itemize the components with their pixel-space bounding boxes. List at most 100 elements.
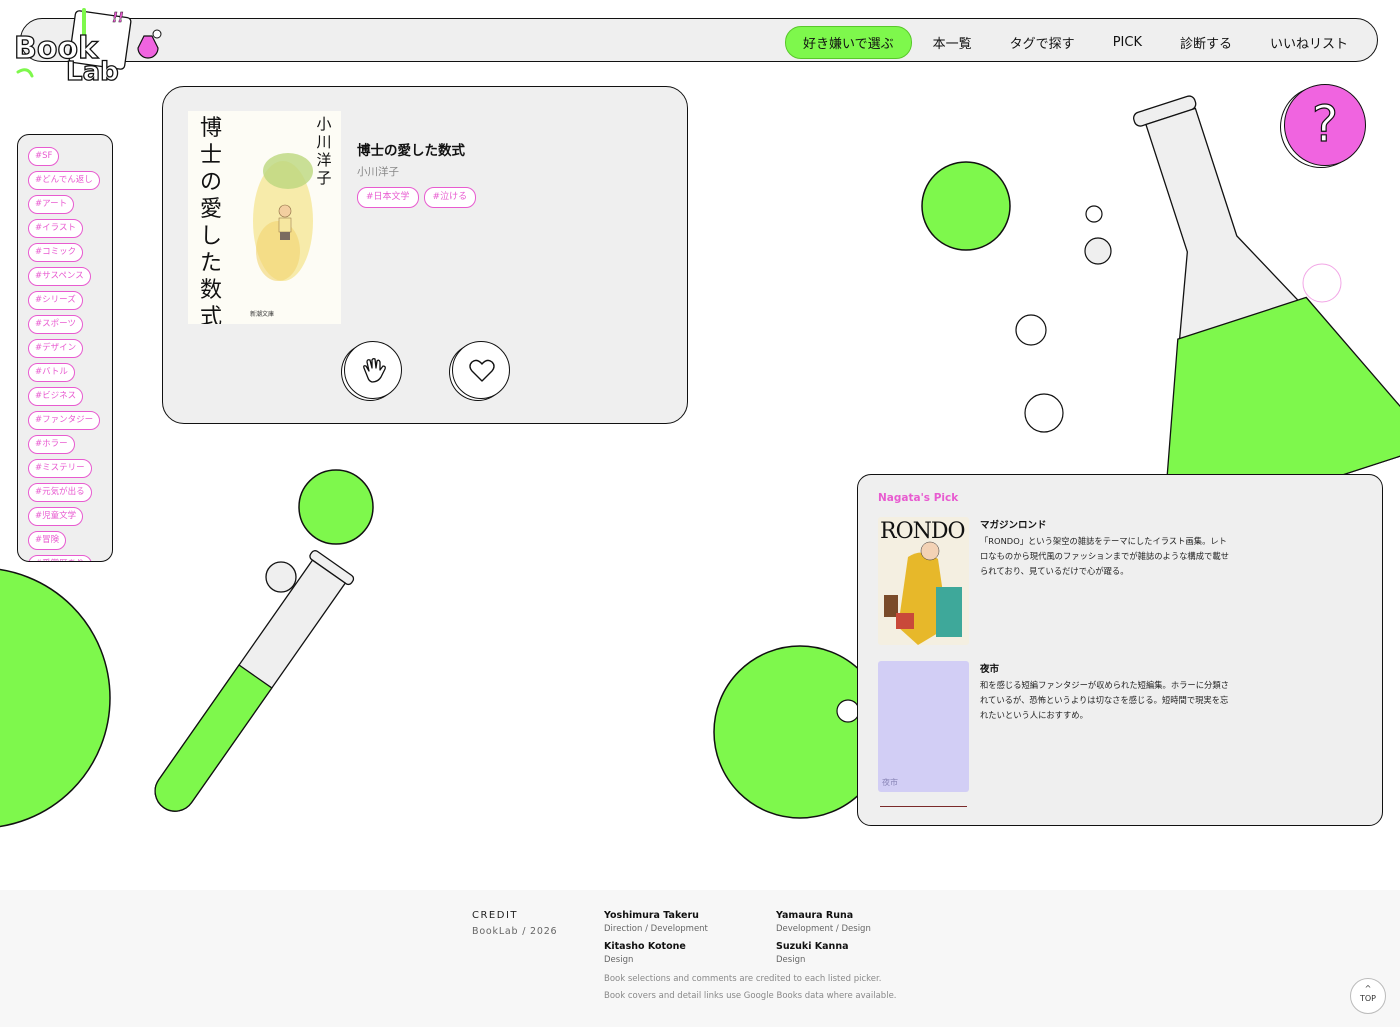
cover-author-char: 洋 <box>316 151 332 169</box>
deco-circle <box>921 161 1011 251</box>
back-to-top-button[interactable]: ^ TOP <box>1350 978 1386 1014</box>
nav-item-choose-by-preference[interactable]: 好き嫌いで選ぶ <box>785 26 912 59</box>
nav-item-book-list[interactable]: 本一覧 <box>916 27 989 58</box>
pick-description: 「RONDO」という架空の雑誌をテーマにしたイラスト画集。レトロなものから現代風… <box>980 536 1229 576</box>
pick-cover-title: 夜市 <box>882 778 898 787</box>
cover-author-vertical: 小川洋子 <box>314 115 334 187</box>
tag-chip[interactable]: #ファンタジー <box>28 411 101 430</box>
deco-bubble <box>1302 263 1342 303</box>
credit-member: Yamaura Runa Development / Design <box>776 910 871 934</box>
nav-item-search-tags[interactable]: タグで探す <box>993 27 1092 58</box>
tag-chip[interactable]: #児童文学 <box>28 507 84 526</box>
pick-cover-title: RONDO <box>880 519 966 544</box>
help-button[interactable]: ? <box>1284 84 1366 166</box>
member-name: Yamaura Runa <box>776 910 854 921</box>
question-mark-icon: ? <box>1311 94 1339 153</box>
cover-author-char: 小 <box>316 115 332 133</box>
pick-title: 夜市 <box>980 664 1000 675</box>
cover-title-char: 愛 <box>199 197 222 222</box>
header-nav-bar: 好き嫌いで選ぶ 本一覧 タグで探す PICK 診断する いいねリスト <box>20 18 1378 62</box>
credit-subtitle: BookLab / 2026 <box>472 926 558 937</box>
deco-bubble <box>1024 393 1064 433</box>
deco-circle <box>0 568 111 828</box>
member-name: Suzuki Kanna <box>776 941 849 952</box>
cover-title-char: 士 <box>199 143 222 168</box>
book-card: 博士の愛した数式 小川洋子 新潮文庫 博士の愛した数式 小川洋子 #日本文学 #… <box>162 86 688 424</box>
svg-text:Lab: Lab <box>66 57 119 86</box>
book-title: 博士の愛した数式 <box>357 143 465 159</box>
tag-chip[interactable]: #アート <box>28 195 75 214</box>
tag-chip[interactable]: #イラスト <box>28 219 83 238</box>
book-cover[interactable]: 博士の愛した数式 小川洋子 新潮文庫 <box>188 111 341 324</box>
footer: CREDIT BookLab / 2026 Yoshimura Takeru D… <box>0 890 1400 1027</box>
tag-chip[interactable]: #冒険 <box>28 531 67 550</box>
tag-chip[interactable]: #ビジネス <box>28 387 84 406</box>
tag-chip[interactable]: #バトル <box>28 363 75 382</box>
pick-heading: Nagata's Pick <box>878 492 959 504</box>
pick-description: 和を感じる短編ファンタジーが収められた短編集。ホラーに分類されているが、恐怖とい… <box>980 680 1229 720</box>
book-tag[interactable]: #泣ける <box>423 187 477 208</box>
test-tube-illustration <box>154 550 355 812</box>
svg-text:!!: !! <box>112 11 124 26</box>
dislike-button[interactable] <box>344 341 402 399</box>
heart-icon <box>469 359 495 382</box>
tag-chip[interactable]: #ミステリー <box>28 459 92 478</box>
deco-circle <box>298 469 374 545</box>
chevron-up-icon: ^ <box>1364 984 1372 993</box>
nav-item-diagnosis[interactable]: 診断する <box>1163 27 1249 58</box>
cover-title-char: の <box>199 170 222 195</box>
book-tags: #日本文学 #泣ける <box>357 187 477 208</box>
hand-icon <box>363 358 386 383</box>
cover-author-char: 子 <box>316 169 332 187</box>
cover-title-char: 式 <box>199 305 222 324</box>
pick-cover[interactable]: 夜市 <box>878 661 969 792</box>
tag-chip[interactable]: #シリーズ <box>28 291 83 310</box>
cover-title-char: た <box>199 251 222 276</box>
tag-chip[interactable]: #デザイン <box>28 339 84 358</box>
like-button[interactable] <box>452 341 510 399</box>
pick-divider <box>880 806 967 807</box>
pick-item[interactable]: 夜市 夜市 和を感じる短編ファンタジーが収められた短編集。ホラーに分類されている… <box>878 661 1358 807</box>
member-name: Kitasho Kotone <box>604 941 686 952</box>
deco-bubble <box>1015 314 1047 346</box>
booklab-logo[interactable]: !! Book Lab <box>10 6 166 86</box>
cover-title-char: し <box>199 224 222 249</box>
credit-label: CREDIT <box>472 910 519 921</box>
pick-panel: Nagata's Pick RONDO マガジンロンド 「RONDO」という架空… <box>857 474 1383 826</box>
deco-bubble <box>265 561 297 593</box>
pick-item[interactable]: RONDO マガジンロンド 「RONDO」という架空の雑誌をテーマにしたイラスト… <box>878 517 1358 647</box>
pick-title: マガジンロンド <box>980 520 1047 531</box>
tag-chip[interactable]: #ホラー <box>28 435 75 454</box>
tag-chip[interactable]: #受賞歴あり <box>28 555 92 561</box>
tag-chip[interactable]: #コミック <box>28 243 84 262</box>
member-role: Development / Design <box>776 924 871 934</box>
nav-menu: 好き嫌いで選ぶ 本一覧 タグで探す PICK 診断する いいねリスト <box>785 26 1365 59</box>
cover-publisher: 新潮文庫 <box>250 311 275 318</box>
back-to-top-label: TOP <box>1359 994 1376 1003</box>
cover-title-vertical: 博士の愛した数式 <box>196 115 226 324</box>
tag-chip[interactable]: #スポーツ <box>28 315 83 334</box>
member-role: Design <box>604 955 634 965</box>
tag-chip[interactable]: #サスペンス <box>28 267 91 286</box>
tag-chip[interactable]: #元気が出る <box>28 483 92 502</box>
credit-member: Kitasho Kotone Design <box>604 941 686 965</box>
member-role: Direction / Development <box>604 924 708 934</box>
tag-chip[interactable]: #どんでん返し <box>28 171 100 190</box>
tag-list: #SF #どんでん返し #アート #イラスト #コミック #サスペンス #シリーズ #スポーツ… <box>18 135 112 561</box>
footer-note: Book selections and comments are credite… <box>604 974 882 984</box>
book-author: 小川洋子 <box>357 166 399 178</box>
cover-author-char: 川 <box>316 133 332 151</box>
nav-item-like-list[interactable]: いいねリスト <box>1253 27 1365 58</box>
page: 好き嫌いで選ぶ 本一覧 タグで探す PICK 診断する いいねリスト !! Bo… <box>0 0 1400 1027</box>
book-tag[interactable]: #日本文学 <box>357 187 419 208</box>
cover-title-char: 博 <box>199 116 222 141</box>
cover-title-char: 数 <box>199 278 222 303</box>
tag-sidebar[interactable]: #SF #どんでん返し #アート #イラスト #コミック #サスペンス #シリーズ #スポーツ… <box>17 134 113 562</box>
tag-chip[interactable]: #SF <box>28 147 60 166</box>
deco-bubble <box>836 699 860 723</box>
footer-note: Book covers and detail links use Google … <box>604 991 897 1001</box>
nav-item-pick[interactable]: PICK <box>1096 29 1159 56</box>
pick-cover[interactable]: RONDO <box>878 517 969 645</box>
deco-bubble <box>1084 237 1112 265</box>
credit-member: Suzuki Kanna Design <box>776 941 849 965</box>
